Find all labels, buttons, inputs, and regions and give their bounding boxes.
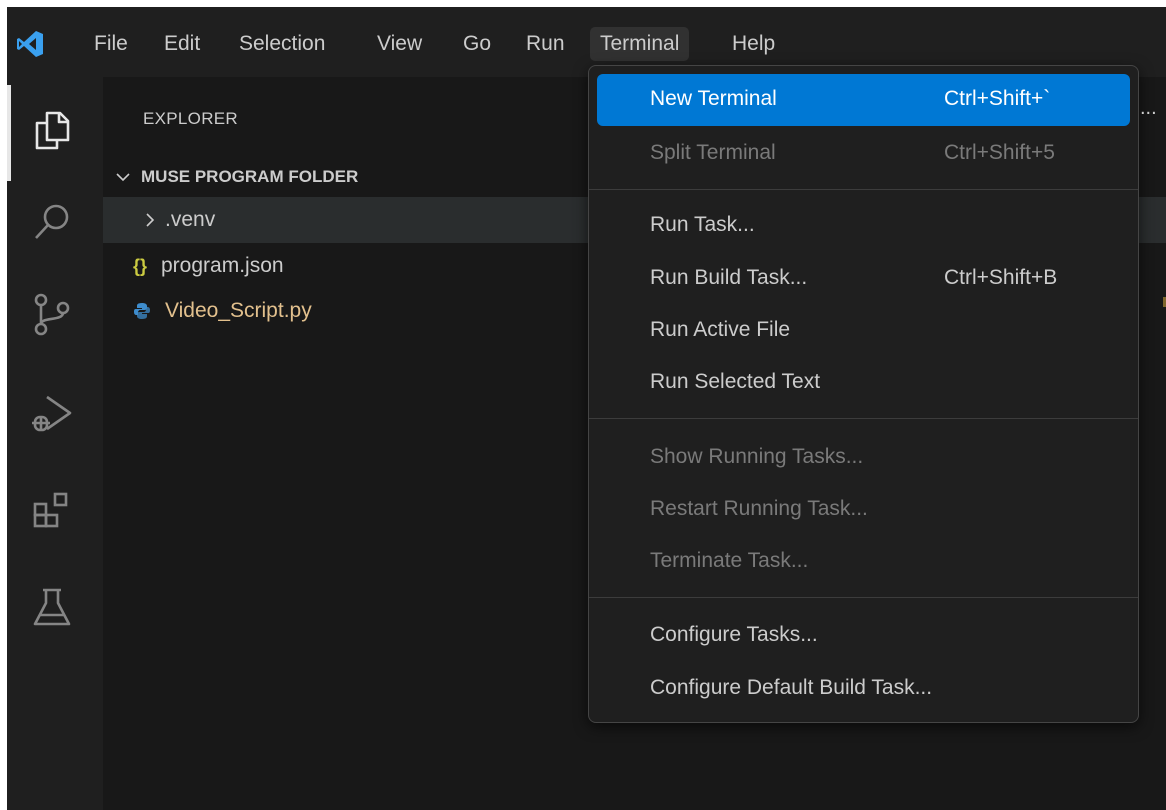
menu-separator bbox=[589, 597, 1138, 598]
menu-item-shortcut: Ctrl+Shift+` bbox=[944, 87, 1051, 110]
menu-item-run-active-file[interactable]: Run Active File bbox=[597, 305, 1130, 357]
menu-selection[interactable]: Selection bbox=[229, 27, 335, 61]
menu-item-split-terminal[interactable]: Split Terminal Ctrl+Shift+5 bbox=[597, 128, 1130, 180]
tree-item-label: Video_Script.py bbox=[165, 299, 312, 322]
menu-separator bbox=[589, 189, 1138, 190]
menu-view[interactable]: View bbox=[367, 27, 432, 61]
menu-item-run-selected-text[interactable]: Run Selected Text bbox=[597, 357, 1130, 409]
tree-item-label: program.json bbox=[161, 254, 284, 277]
menu-item-restart-running-task[interactable]: Restart Running Task... bbox=[597, 484, 1130, 536]
vscode-logo-icon bbox=[17, 31, 43, 57]
menu-item-label: Split Terminal bbox=[650, 141, 776, 164]
menu-item-run-task[interactable]: Run Task... bbox=[597, 200, 1130, 252]
search-icon[interactable] bbox=[27, 197, 77, 247]
menu-item-label: Restart Running Task... bbox=[650, 497, 868, 520]
menu-item-label: Terminate Task... bbox=[650, 549, 809, 572]
overflow-more-icon[interactable]: ... bbox=[1140, 97, 1157, 120]
active-view-indicator bbox=[7, 85, 11, 181]
menu-item-run-build-task[interactable]: Run Build Task... Ctrl+Shift+B bbox=[597, 253, 1130, 305]
source-control-icon[interactable] bbox=[27, 289, 77, 339]
terminal-menu-dropdown: New Terminal Ctrl+Shift+` Split Terminal… bbox=[588, 65, 1139, 723]
menu-item-label: Run Active File bbox=[650, 318, 791, 341]
menu-item-shortcut: Ctrl+Shift+B bbox=[944, 266, 1058, 289]
menu-item-configure-default-build-task[interactable]: Configure Default Build Task... bbox=[597, 663, 1130, 715]
activity-bar bbox=[7, 77, 103, 810]
menu-item-label: Run Build Task... bbox=[650, 266, 808, 289]
folder-name: MUSE PROGRAM FOLDER bbox=[141, 167, 359, 186]
run-debug-icon[interactable] bbox=[27, 389, 77, 439]
menu-item-label: Configure Default Build Task... bbox=[650, 676, 933, 699]
menu-item-terminate-task[interactable]: Terminate Task... bbox=[597, 536, 1130, 588]
extensions-icon[interactable] bbox=[27, 487, 77, 537]
menu-go[interactable]: Go bbox=[453, 27, 501, 61]
menu-item-label: Run Selected Text bbox=[650, 370, 821, 393]
menu-terminal[interactable]: Terminal bbox=[590, 27, 690, 61]
explorer-icon[interactable] bbox=[27, 104, 77, 154]
menu-item-new-terminal[interactable]: New Terminal Ctrl+Shift+` bbox=[597, 74, 1130, 126]
menu-item-configure-tasks[interactable]: Configure Tasks... bbox=[597, 610, 1130, 662]
menu-edit[interactable]: Edit bbox=[154, 27, 210, 61]
menu-separator bbox=[589, 418, 1138, 419]
menu-run[interactable]: Run bbox=[516, 27, 575, 61]
vscode-window: File Edit Selection View Go Run Terminal… bbox=[7, 7, 1166, 810]
menu-item-label: Configure Tasks... bbox=[650, 623, 818, 646]
chevron-right-icon bbox=[146, 213, 155, 227]
menu-item-label: Run Task... bbox=[650, 213, 755, 236]
explorer-title: EXPLORER bbox=[143, 109, 238, 128]
menu-item-label: New Terminal bbox=[650, 87, 777, 110]
menu-help[interactable]: Help bbox=[722, 27, 785, 61]
menu-item-show-running-tasks[interactable]: Show Running Tasks... bbox=[597, 432, 1130, 484]
chevron-down-icon bbox=[116, 173, 130, 182]
menu-file[interactable]: File bbox=[84, 27, 138, 61]
menu-item-label: Show Running Tasks... bbox=[650, 445, 864, 468]
tree-item-label: .venv bbox=[165, 208, 216, 231]
json-file-icon: {} bbox=[133, 256, 148, 276]
menu-item-shortcut: Ctrl+Shift+5 bbox=[944, 141, 1055, 164]
python-file-icon bbox=[134, 303, 150, 319]
testing-icon[interactable] bbox=[27, 582, 77, 632]
